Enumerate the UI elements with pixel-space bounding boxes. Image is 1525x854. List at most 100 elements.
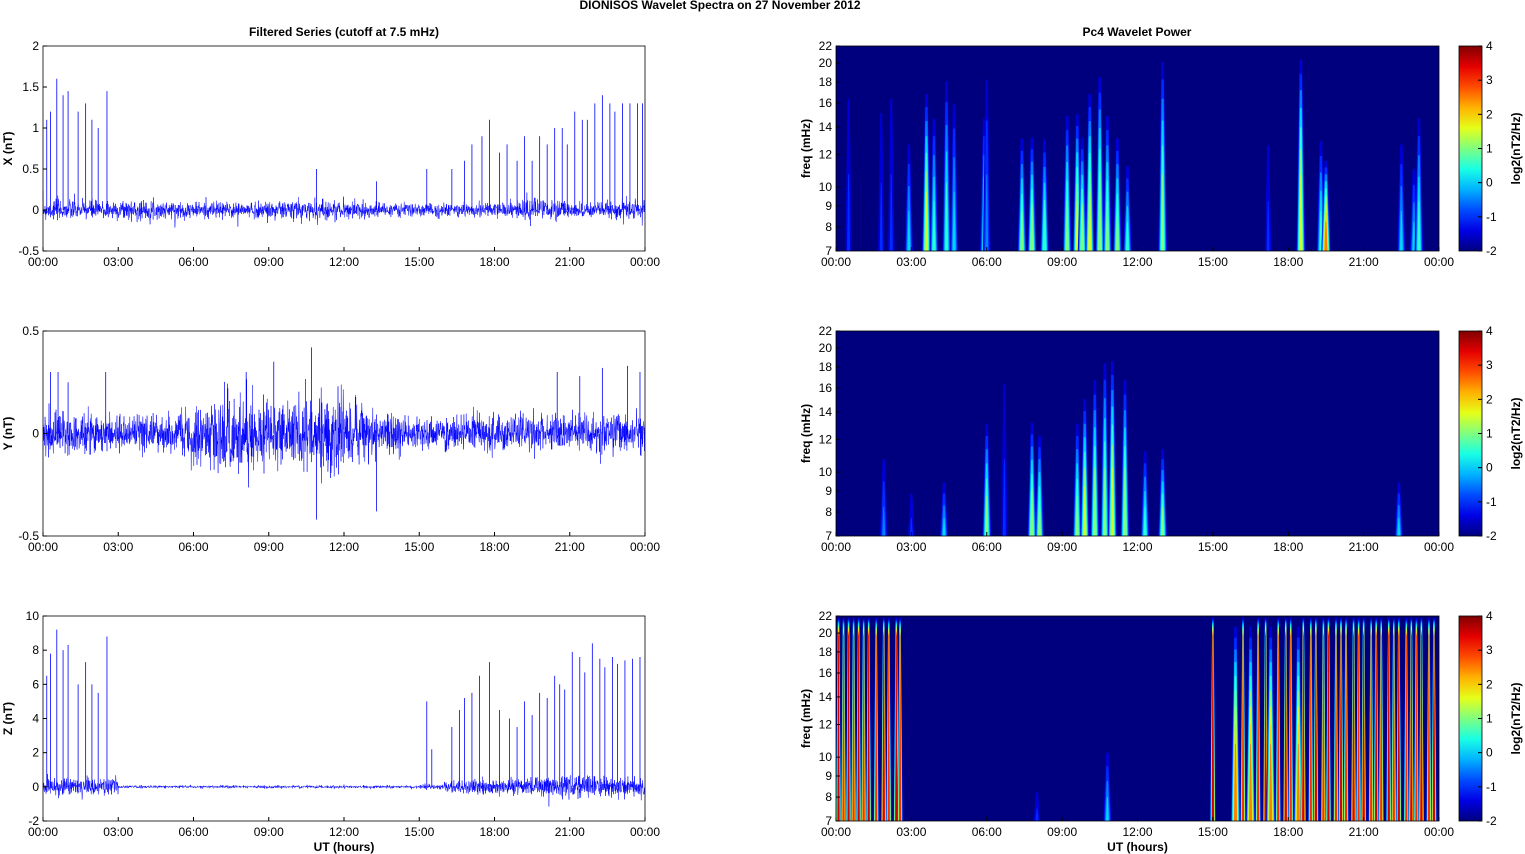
x-tick-label: 00:00 <box>821 540 851 554</box>
y-tick-label: 14 <box>819 405 833 419</box>
timeseries-panel-x: -0.500.511.52X (nT)00:00 03:00 06:00 09:00 1… <box>1 39 660 269</box>
x-tick-label: 00:00 <box>1424 825 1454 839</box>
colorbar-label-text: log2(nT2/Hz) <box>1509 683 1523 755</box>
x-tick-label: 12:00 <box>329 540 359 554</box>
colorbar-tick-label: -1 <box>1486 210 1497 224</box>
colorbar-label-text: log2(nT2/Hz) <box>1509 113 1523 185</box>
y-axis-label: freq (mHz) <box>799 689 813 748</box>
y-axis-label: freq (mHz) <box>799 404 813 463</box>
figure-title: DIONISOS Wavelet Spectra on 27 November … <box>580 0 861 12</box>
x-tick-label: 21:00 <box>1349 255 1379 269</box>
x-tick-label: 15:00 <box>1198 255 1228 269</box>
right-column-title: Pc4 Wavelet Power <box>1083 25 1192 39</box>
colorbar-label: log2(nT2/Hz) <box>1509 113 1523 185</box>
y-tick-label: 14 <box>819 120 833 134</box>
x-tick-label: 15:00 <box>404 540 434 554</box>
colorbar-tick-label: -2 <box>1486 244 1497 258</box>
y-tick-label: 2 <box>32 746 39 760</box>
x-tick-label: 18:00 <box>479 825 509 839</box>
x-tick-label: 18:00 <box>1273 825 1303 839</box>
y-tick-label: 0.5 <box>22 162 39 176</box>
colorbar-tick-label: -2 <box>1486 814 1497 828</box>
x-tick-label: 21:00 <box>1349 825 1379 839</box>
x-tick-label: 00:00 <box>28 540 58 554</box>
y-tick-label: 4 <box>32 712 39 726</box>
y-tick-label: 0 <box>32 427 39 441</box>
y-tick-label: 0 <box>32 780 39 794</box>
x-tick-label: 00:00 <box>630 255 660 269</box>
timeseries-panel-y: -0.500.5Y (nT)00:00 03:00 06:00 09:00 12:00 1… <box>1 324 660 554</box>
x-tick-label: 06:00 <box>972 825 1002 839</box>
colorbar-tick-label: -2 <box>1486 529 1497 543</box>
y-tick-label: 10 <box>819 180 833 194</box>
y-tick-label: 20 <box>819 626 833 640</box>
y-tick-label: 10 <box>26 609 40 623</box>
x-tick-label: 00:00 <box>28 255 58 269</box>
x-tick-label: 03:00 <box>896 825 926 839</box>
y-axis-label: Y (nT) <box>1 417 15 451</box>
y-tick-label: 14 <box>819 690 833 704</box>
colorbar-tick-label: -1 <box>1486 780 1497 794</box>
y-tick-label: 16 <box>819 666 833 680</box>
y-tick-label: 8 <box>825 220 832 234</box>
y-tick-label: 16 <box>819 381 833 395</box>
colorbar: -2 -1 0 1 2 3 4 log2(nT2/Hz) <box>1458 39 1523 258</box>
y-tick-label: 22 <box>819 609 833 623</box>
spectrogram-panel-x: 78910121416182022freq (mHz)00:00 03:00 06:… <box>799 39 1523 269</box>
x-tick-label: 09:00 <box>1047 825 1077 839</box>
left-column-title: Filtered Series (cutoff at 7.5 mHz) <box>249 25 439 39</box>
x-tick-label: 21:00 <box>555 540 585 554</box>
colorbar-tick-label: 3 <box>1486 358 1493 372</box>
spectrogram-panel-y: 78910121416182022freq (mHz)00:00 03:00 06:… <box>799 324 1523 554</box>
colorbar: -2 -1 0 1 2 3 4 log2(nT2/Hz) <box>1458 324 1523 543</box>
y-tick-label: 8 <box>825 790 832 804</box>
y-tick-label: 12 <box>819 718 833 732</box>
colorbar-label: log2(nT2/Hz) <box>1509 683 1523 755</box>
x-tick-label: 21:00 <box>555 255 585 269</box>
y-tick-label: 1 <box>32 121 39 135</box>
x-tick-label: 12:00 <box>1122 255 1152 269</box>
spectrogram-background <box>836 331 1439 536</box>
colorbar-tick-label: 0 <box>1486 176 1493 190</box>
x-tick-label: 12:00 <box>329 255 359 269</box>
x-tick-label: 21:00 <box>555 825 585 839</box>
x-tick-label: 06:00 <box>178 825 208 839</box>
colorbar-tick-label: 2 <box>1486 107 1493 121</box>
colorbar-tick-label: -1 <box>1486 495 1497 509</box>
y-tick-label: 12 <box>819 148 833 162</box>
x-tick-label: 03:00 <box>103 825 133 839</box>
x-tick-label: 18:00 <box>479 255 509 269</box>
x-tick-label: 06:00 <box>972 255 1002 269</box>
y-axis-label: Z (nT) <box>1 702 15 735</box>
colorbar-tick-label: 1 <box>1486 712 1493 726</box>
y-tick-label: 8 <box>32 643 39 657</box>
colorbar-tick-label: 3 <box>1486 643 1493 657</box>
x-tick-label: 00:00 <box>630 540 660 554</box>
colorbar-label: log2(nT2/Hz) <box>1509 398 1523 470</box>
y-tick-label: 22 <box>819 324 833 338</box>
y-tick-label: 20 <box>819 341 833 355</box>
y-tick-label: 0 <box>32 203 39 217</box>
x-axis-label: UT (hours) <box>314 840 375 854</box>
x-tick-label: 00:00 <box>630 825 660 839</box>
x-tick-label: 15:00 <box>1198 825 1228 839</box>
x-tick-label: 06:00 <box>972 540 1002 554</box>
x-tick-label: 18:00 <box>479 540 509 554</box>
x-axis-label: UT (hours) <box>1107 840 1168 854</box>
x-tick-label: 03:00 <box>103 540 133 554</box>
x-tick-label: 03:00 <box>896 540 926 554</box>
y-tick-label: 6 <box>32 677 39 691</box>
colorbar-tick-label: 1 <box>1486 427 1493 441</box>
x-tick-label: 09:00 <box>1047 255 1077 269</box>
y-tick-label: 22 <box>819 39 833 53</box>
x-tick-label: 00:00 <box>821 255 851 269</box>
x-tick-label: 09:00 <box>254 825 284 839</box>
y-tick-label: 10 <box>819 465 833 479</box>
figure-svg: DIONISOS Wavelet Spectra on 27 November … <box>1 0 1523 854</box>
x-tick-label: 09:00 <box>1047 540 1077 554</box>
y-tick-label: 16 <box>819 96 833 110</box>
colorbar-tick-label: 4 <box>1486 609 1493 623</box>
x-tick-label: 21:00 <box>1349 540 1379 554</box>
colorbar-tick-label: 2 <box>1486 392 1493 406</box>
y-tick-label: 10 <box>819 750 833 764</box>
